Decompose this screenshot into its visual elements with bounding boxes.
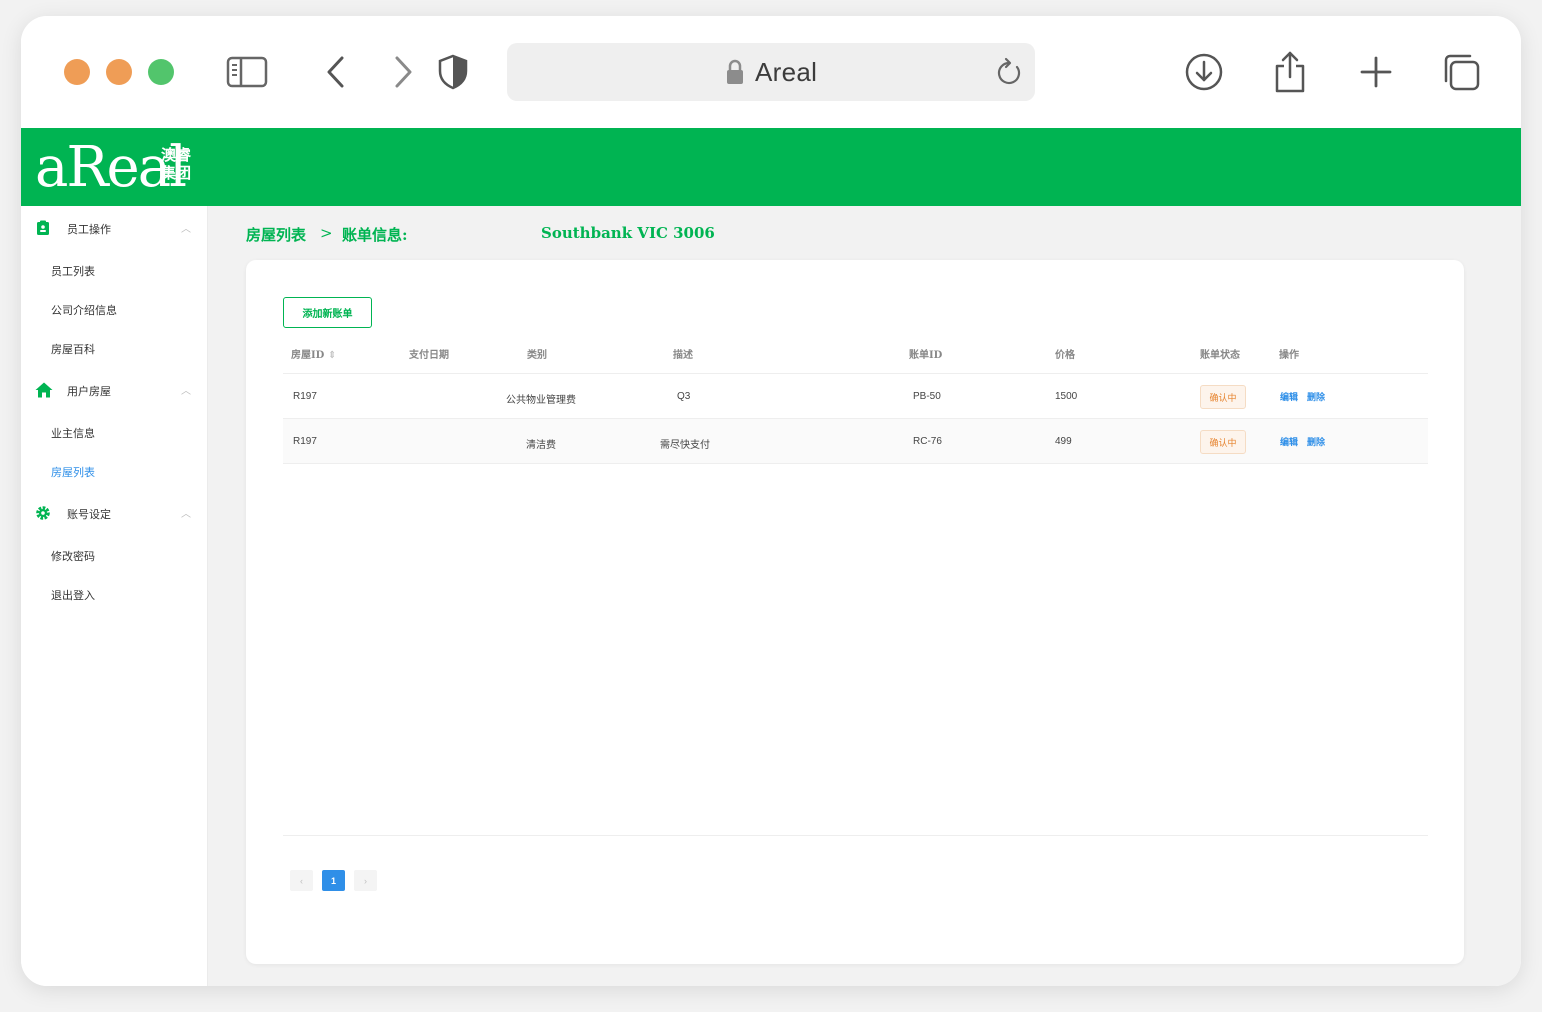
edit-link[interactable]: 编辑 <box>1280 390 1298 403</box>
next-page-button[interactable]: › <box>354 870 377 891</box>
sidebar-item-house-wiki[interactable]: 房屋百科 <box>51 341 95 357</box>
table-header: 房屋ID ⇕ 支付日期 类别 描述 账单ID 价格 账单状态 操作 <box>283 334 1428 374</box>
breadcrumb-separator-icon: > <box>320 224 333 242</box>
chevron-up-icon: ︿ <box>181 224 191 235</box>
status-badge: 确认中 <box>1200 430 1246 454</box>
cell-description: Q3 <box>677 391 691 402</box>
sidebar-item-change-password[interactable]: 修改密码 <box>51 548 95 564</box>
sidebar-toggle-icon[interactable] <box>225 50 269 94</box>
cell-bill-id: RC-76 <box>913 436 942 447</box>
main-content: 房屋列表 > 账单信息: Southbank VIC 3006 添加新账单 房屋… <box>208 206 1521 986</box>
table-row: R197 清洁费 需尽快支付 RC-76 499 确认中 编辑 删除 <box>283 419 1428 464</box>
close-window-button[interactable] <box>64 59 90 85</box>
cell-house-id: R197 <box>293 436 317 447</box>
column-header-actions: 操作 <box>1279 350 1299 361</box>
sidebar-item-staff-list[interactable]: 员工列表 <box>51 263 95 279</box>
column-header-price: 价格 <box>1055 350 1075 361</box>
download-icon[interactable] <box>1182 50 1226 94</box>
column-header-pay-date: 支付日期 <box>409 350 449 361</box>
shield-icon[interactable] <box>431 50 475 94</box>
home-icon <box>35 382 53 398</box>
tabs-overview-icon[interactable] <box>1439 50 1483 94</box>
delete-link[interactable]: 删除 <box>1307 390 1325 403</box>
cell-description: 需尽快支付 <box>660 440 710 451</box>
prev-page-button[interactable]: ‹ <box>290 870 313 891</box>
lock-icon <box>725 58 745 91</box>
column-header-bill-id: 账单ID <box>909 350 943 361</box>
column-header-description: 描述 <box>673 350 693 361</box>
sidebar: 员工操作 ︿ 员工列表 公司介绍信息 房屋百科 用户房屋 ︿ 业主信息 房屋列表… <box>21 206 208 986</box>
chevron-up-icon: ︿ <box>181 509 191 520</box>
url-text: Areal <box>755 57 818 87</box>
cell-bill-id: PB-50 <box>913 391 941 402</box>
column-header-category: 类别 <box>527 350 547 361</box>
table-divider <box>283 835 1428 836</box>
bill-card: 添加新账单 房屋ID ⇕ 支付日期 类别 描述 账单ID 价格 账单状态 操作 … <box>246 260 1464 964</box>
column-header-house-id[interactable]: 房屋ID ⇕ <box>291 346 336 361</box>
sidebar-group-label: 用户房屋 <box>67 385 111 398</box>
sidebar-item-company-info[interactable]: 公司介绍信息 <box>51 302 117 318</box>
browser-window: Areal aReal 澳睿 集团 员工操作 ︿ 员工列表 公司介绍信息 房屋百… <box>21 16 1521 986</box>
chevron-up-icon: ︿ <box>181 386 191 397</box>
sidebar-group-account[interactable]: 账号设定 ︿ <box>21 493 208 533</box>
sidebar-item-house-list[interactable]: 房屋列表 <box>51 464 95 480</box>
back-icon[interactable] <box>314 50 358 94</box>
add-bill-button[interactable]: 添加新账单 <box>283 297 372 328</box>
sidebar-group-houses[interactable]: 用户房屋 ︿ <box>21 370 208 410</box>
property-address: Southbank VIC 3006 <box>541 224 715 242</box>
logo-cn: 澳睿 集团 <box>161 146 192 182</box>
page-button-current[interactable]: 1 <box>322 870 345 891</box>
breadcrumb-current: 账单信息: <box>342 226 408 244</box>
app-header: aReal 澳睿 集团 <box>21 128 1521 206</box>
status-badge: 确认中 <box>1200 385 1246 409</box>
sidebar-item-logout[interactable]: 退出登入 <box>51 587 95 603</box>
delete-link[interactable]: 删除 <box>1307 435 1325 448</box>
share-icon[interactable] <box>1268 50 1312 94</box>
gear-icon <box>35 505 51 521</box>
bill-table: 房屋ID ⇕ 支付日期 类别 描述 账单ID 价格 账单状态 操作 R197 公… <box>283 334 1428 464</box>
column-header-status: 账单状态 <box>1200 350 1240 361</box>
maximize-window-button[interactable] <box>148 59 174 85</box>
cell-category: 公共物业管理费 <box>506 395 576 406</box>
sidebar-group-label: 账号设定 <box>67 508 111 521</box>
cell-price: 1500 <box>1055 391 1078 402</box>
sidebar-group-staff[interactable]: 员工操作 ︿ <box>21 208 208 248</box>
table-row: R197 公共物业管理费 Q3 PB-50 1500 确认中 编辑 删除 <box>283 374 1428 419</box>
minimize-window-button[interactable] <box>106 59 132 85</box>
cell-price: 499 <box>1055 436 1072 447</box>
clipboard-icon <box>35 220 51 236</box>
address-bar[interactable]: Areal <box>507 43 1035 101</box>
sidebar-group-label: 员工操作 <box>67 223 111 236</box>
breadcrumb-parent[interactable]: 房屋列表 <box>246 224 306 245</box>
cell-house-id: R197 <box>293 391 317 402</box>
forward-icon[interactable] <box>381 50 425 94</box>
edit-link[interactable]: 编辑 <box>1280 435 1298 448</box>
reload-icon[interactable] <box>995 57 1023 92</box>
sidebar-item-owner-info[interactable]: 业主信息 <box>51 425 95 441</box>
sort-icon[interactable]: ⇕ <box>328 350 336 361</box>
browser-toolbar: Areal <box>21 16 1521 128</box>
cell-category: 清洁费 <box>526 440 556 451</box>
new-tab-icon[interactable] <box>1354 50 1398 94</box>
